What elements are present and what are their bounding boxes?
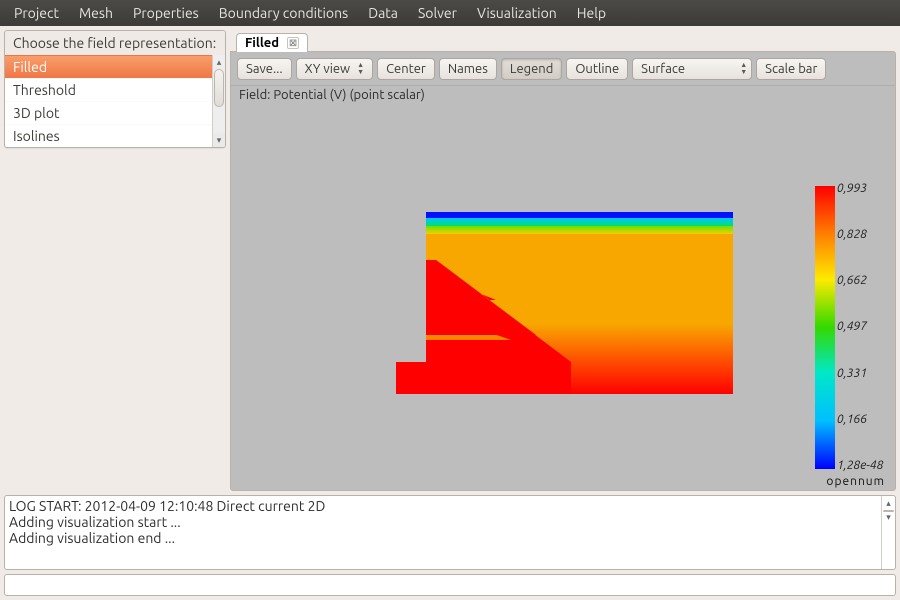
- side-panel: Choose the field representation: Filled …: [0, 26, 230, 495]
- notch-shape: [426, 260, 586, 320]
- view-toolbar: Save... XY view ▲▼ Center Names Legend O…: [231, 52, 895, 86]
- xyview-button[interactable]: XY view ▲▼: [296, 58, 374, 80]
- log-panel: LOG START: 2012-04-09 12:10:48 Direct cu…: [4, 495, 896, 570]
- field-plot: [396, 212, 733, 394]
- menu-project[interactable]: Project: [6, 2, 67, 24]
- representation-listbox[interactable]: Filled Threshold 3D plot Isolines ▴ ▾: [5, 55, 225, 147]
- colorbar-tick: 0,662: [837, 274, 887, 287]
- colorbar-labels: 0,993 0,828 0,662 0,497 0,331 0,166 1,28…: [837, 182, 887, 472]
- center-button[interactable]: Center: [377, 58, 435, 80]
- menubar: Project Mesh Properties Boundary conditi…: [0, 0, 900, 26]
- legend-button[interactable]: Legend: [501, 58, 562, 80]
- colorbar-tick: 0,828: [837, 228, 887, 241]
- scroll-down-icon[interactable]: ▾: [882, 510, 895, 524]
- list-item-3dplot[interactable]: 3D plot: [5, 101, 212, 124]
- xyview-stepper[interactable]: ▲▼: [357, 62, 364, 76]
- listbox-scrollbar[interactable]: ▴ ▾: [212, 55, 225, 147]
- menu-mesh[interactable]: Mesh: [71, 2, 121, 24]
- log-scrollbar[interactable]: ▴ ▾: [881, 496, 895, 569]
- representation-panel: Choose the field representation: Filled …: [4, 30, 226, 148]
- names-button[interactable]: Names: [439, 58, 497, 80]
- tab-close-icon[interactable]: ⊠: [287, 37, 299, 49]
- list-item-filled[interactable]: Filled: [5, 55, 212, 78]
- colorbar-tick: 0,497: [837, 320, 887, 333]
- representation-title: Choose the field representation:: [5, 31, 225, 55]
- list-item-threshold[interactable]: Threshold: [5, 78, 212, 101]
- tab-bar: Filled ⊠: [230, 30, 896, 52]
- render-canvas[interactable]: 0,993 0,828 0,662 0,497 0,331 0,166 1,28…: [231, 104, 895, 490]
- view-area: Filled ⊠ Save... XY view ▲▼ Center Names…: [230, 26, 900, 495]
- menu-properties[interactable]: Properties: [125, 2, 207, 24]
- scalebar-button[interactable]: Scale bar: [756, 58, 826, 80]
- scroll-up-icon[interactable]: ▴: [213, 55, 225, 69]
- colorbar-tick: 1,28e-48: [837, 459, 887, 472]
- menu-boundary-conditions[interactable]: Boundary conditions: [211, 2, 356, 24]
- watermark-label: opennum: [826, 475, 885, 488]
- outline-button[interactable]: Outline: [566, 58, 628, 80]
- colorbar-tick: 0,993: [837, 182, 887, 195]
- list-item-isolines[interactable]: Isolines: [5, 124, 212, 147]
- colorbar-tick: 0,166: [837, 413, 887, 426]
- log-text[interactable]: LOG START: 2012-04-09 12:10:48 Direct cu…: [5, 496, 881, 569]
- save-button[interactable]: Save...: [237, 58, 292, 80]
- main-area: Choose the field representation: Filled …: [0, 26, 900, 495]
- status-bar: [4, 574, 896, 596]
- surface-select[interactable]: Surface ▲▼: [632, 58, 752, 80]
- scroll-down-icon[interactable]: ▾: [213, 133, 225, 147]
- field-info-label: Field: Potential (V) (point scalar): [231, 86, 895, 104]
- colorbar-tick: 0,331: [837, 367, 887, 380]
- scroll-up-icon[interactable]: ▴: [882, 496, 895, 510]
- surface-stepper-icon[interactable]: ▲▼: [740, 62, 747, 76]
- canvas-container: Save... XY view ▲▼ Center Names Legend O…: [230, 51, 896, 491]
- menu-visualization[interactable]: Visualization: [469, 2, 565, 24]
- colorbar: [815, 186, 835, 469]
- tab-filled[interactable]: Filled ⊠: [236, 33, 308, 52]
- menu-solver[interactable]: Solver: [410, 2, 465, 24]
- menu-data[interactable]: Data: [360, 2, 406, 24]
- tab-label: Filled: [245, 36, 279, 50]
- menu-help[interactable]: Help: [569, 2, 614, 24]
